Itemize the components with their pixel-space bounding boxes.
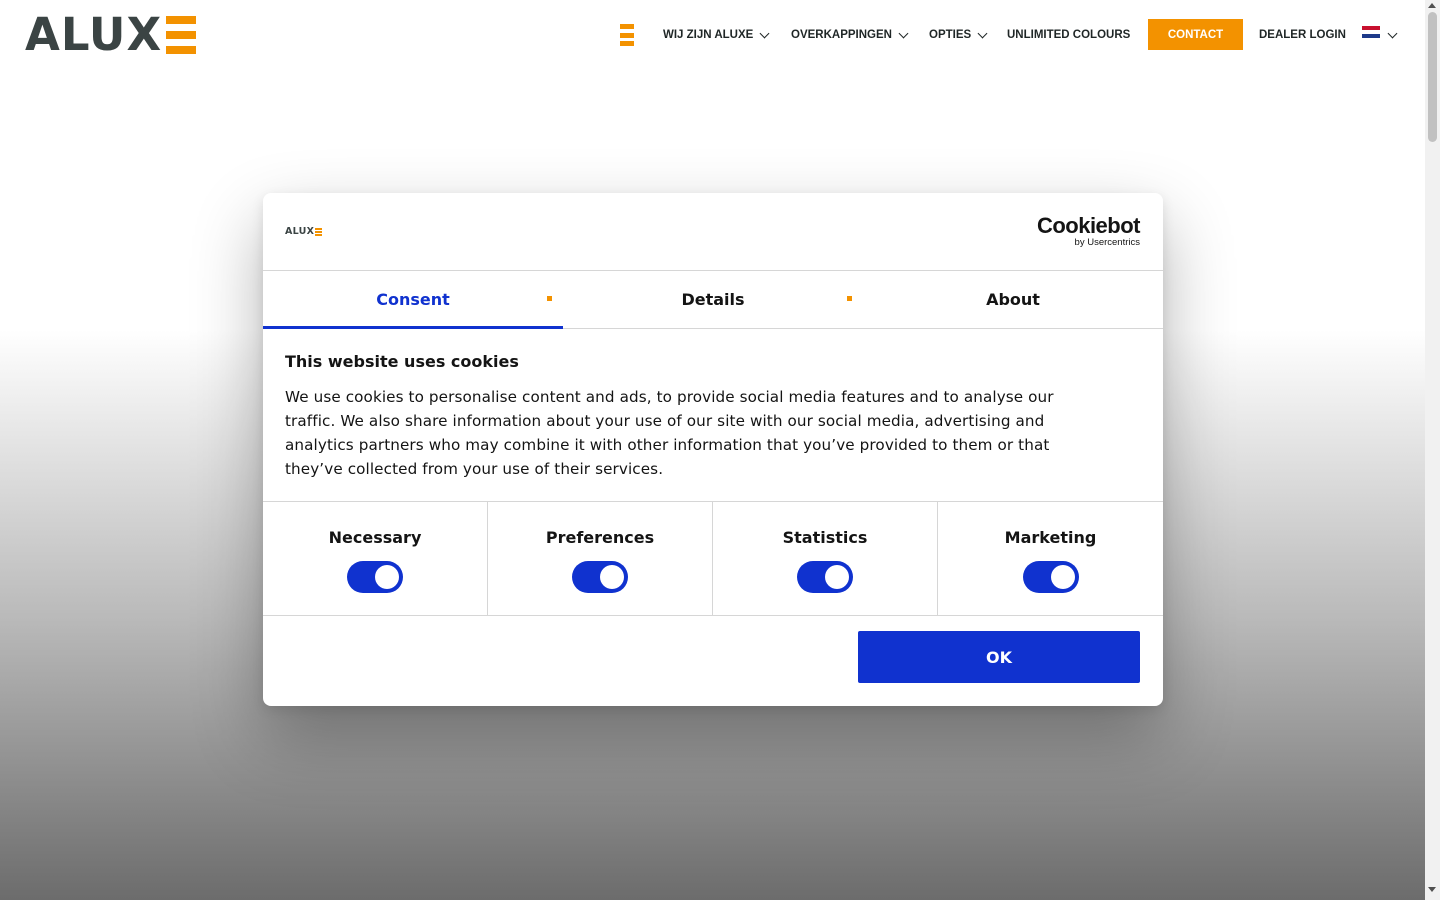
dealer-login-link[interactable]: DEALER LOGIN [1259,20,1346,50]
category-label: Marketing [1004,528,1097,547]
chevron-down-icon [759,28,770,38]
category-label: Necessary [328,528,422,547]
tab-separator-dot [547,296,552,301]
netherlands-flag-icon[interactable] [1362,26,1380,38]
category-preferences: Preferences [488,502,713,615]
site-header: ALUX WIJ ZIJN ALUXE OVERKAPPINGEN OPTIES… [0,0,1425,70]
language-chevron-down-icon[interactable] [1387,28,1398,39]
nav-item-overkappingen[interactable]: OVERKAPPINGEN [791,20,909,50]
marketing-toggle[interactable] [1022,561,1079,593]
tab-consent[interactable]: Consent [263,271,563,329]
preferences-toggle[interactable] [572,561,628,593]
nav-item-unlimited-colours[interactable]: UNLIMITED COLOURS [1007,20,1130,50]
nav-item-label: WIJ ZIJN ALUXE [663,29,754,41]
dialog-description: We use cookies to personalise content an… [285,388,1054,478]
category-label: Statistics [782,528,868,547]
tab-separator-dot [847,296,852,301]
mini-logo-text: ALUX [285,226,315,237]
cookie-category-toggles: Necessary Preferences Statistics Marketi… [263,501,1163,616]
statistics-toggle[interactable] [797,561,853,593]
contact-button[interactable]: CONTACT [1148,19,1243,50]
nav-item-label: UNLIMITED COLOURS [1007,29,1131,41]
logo-text: ALUX [25,8,163,61]
scroll-up-arrow-icon[interactable] [1428,3,1436,8]
tab-about[interactable]: About [863,271,1163,328]
tab-details[interactable]: Details [563,271,863,328]
aluxe-mini-logo: ALUX [285,226,323,237]
cookiebot-subtitle: by Usercentrics [1074,237,1140,248]
logo-e-mark [166,16,197,54]
nav-item-label: OVERKAPPINGEN [791,29,892,41]
category-statistics: Statistics [713,502,938,615]
nav-item-label: OPTIES [929,29,972,41]
scrollbar-thumb[interactable] [1428,12,1437,142]
chevron-down-icon [977,28,988,38]
mini-logo-e-mark [315,227,323,236]
scroll-down-arrow-icon[interactable] [1428,887,1436,892]
chevron-down-icon [898,28,909,38]
hamburger-menu-icon[interactable] [620,24,634,46]
dialog-body: This website uses cookies We use cookies… [285,351,1105,481]
category-marketing: Marketing [938,502,1163,615]
dialog-tabs: Consent Details About [263,271,1163,329]
cookiebot-logo[interactable]: Cookiebot by Usercentrics [1036,213,1141,249]
dialog-header: ALUX Cookiebot by Usercentrics [263,193,1163,271]
nav-item-wij-zijn-aluxe[interactable]: WIJ ZIJN ALUXE [663,20,770,50]
cookiebot-name: Cookiebot [1036,213,1141,238]
dialog-title: This website uses cookies [285,352,519,371]
category-label: Preferences [545,528,655,547]
ok-button[interactable]: OK [858,631,1140,683]
cookie-consent-dialog: ALUX Cookiebot by Usercentrics Consent D… [263,193,1163,706]
category-necessary: Necessary [263,502,488,615]
aluxe-logo[interactable]: ALUX [25,8,197,61]
necessary-toggle[interactable] [347,561,403,593]
nav-item-opties[interactable]: OPTIES [929,20,988,50]
